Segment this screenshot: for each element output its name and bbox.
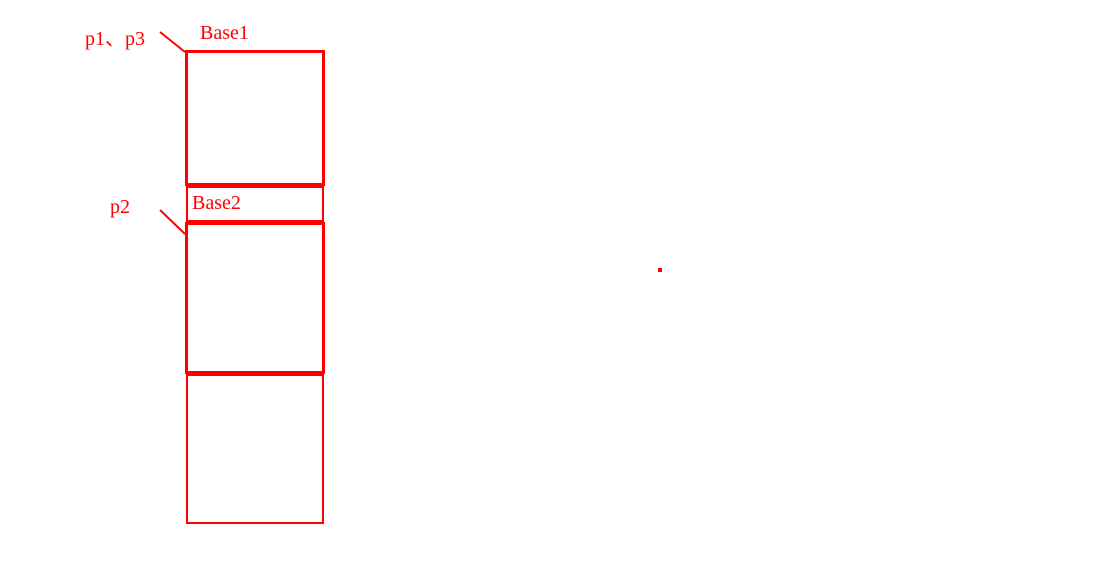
box-base2-slot bbox=[186, 186, 324, 222]
stray-dot bbox=[658, 268, 662, 272]
pointer-line-p2 bbox=[0, 0, 1120, 566]
box-base1 bbox=[185, 50, 325, 186]
box-4 bbox=[186, 374, 324, 524]
box-3 bbox=[185, 222, 325, 374]
